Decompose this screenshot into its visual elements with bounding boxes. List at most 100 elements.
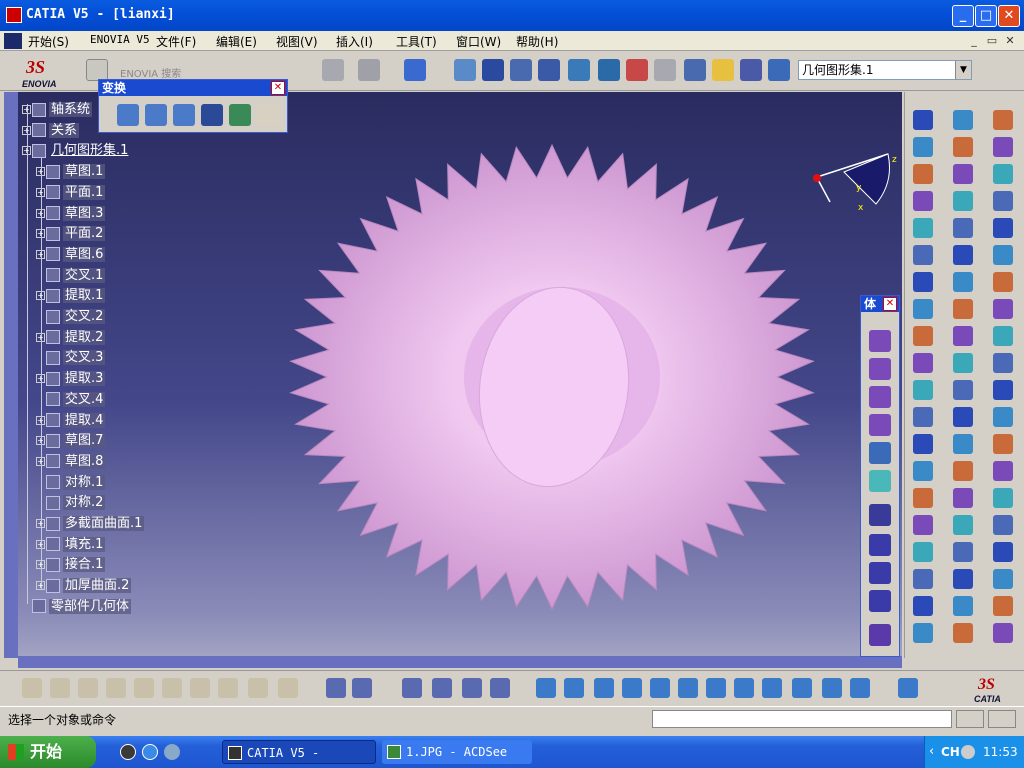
projection-icon[interactable]	[953, 299, 973, 319]
intersection-icon[interactable]	[913, 218, 933, 238]
helix-icon[interactable]	[913, 299, 933, 319]
helix-icon[interactable]	[993, 515, 1013, 535]
revolve-icon[interactable]	[993, 569, 1013, 589]
plane-icon[interactable]	[953, 272, 973, 292]
menu-tools[interactable]: 工具(T)	[396, 33, 437, 50]
transform-toolbar[interactable]: 变换 ✕	[98, 79, 288, 133]
list-icon[interactable]	[740, 59, 762, 81]
expand-icon[interactable]: +	[36, 581, 45, 591]
chevron-down-icon[interactable]: ▼	[955, 61, 971, 79]
task-acdsee[interactable]: 1.JPG - ACDSee v5.0	[382, 740, 532, 764]
tree-item-fill-1[interactable]: + 填充.1	[36, 533, 106, 552]
tree-item-sketch-8[interactable]: + 草图.8	[36, 450, 106, 469]
spline-icon[interactable]	[913, 272, 933, 292]
menu-window[interactable]: 窗口(W)	[456, 33, 501, 50]
symmetry-icon[interactable]	[993, 245, 1013, 265]
minimize-button[interactable]: _	[952, 5, 974, 27]
copy-icon[interactable]	[162, 678, 182, 698]
library-icon[interactable]	[462, 678, 482, 698]
join-icon[interactable]	[953, 569, 973, 589]
extrapolate-icon[interactable]	[913, 596, 933, 616]
tree-item-geometric-set-1[interactable]: + 几何图形集.1	[22, 139, 130, 158]
model-render[interactable]: z y x	[4, 92, 902, 658]
part-body-icon[interactable]	[598, 59, 620, 81]
surface-icon[interactable]	[654, 59, 676, 81]
point-icon[interactable]	[953, 218, 973, 238]
iso-view-icon[interactable]	[762, 678, 782, 698]
status-button-2[interactable]	[988, 710, 1016, 728]
tree-item-extract-4[interactable]: + 提取.4	[36, 409, 106, 428]
offset-icon[interactable]	[913, 434, 933, 454]
circle-icon[interactable]	[913, 245, 933, 265]
multi-view-icon[interactable]	[734, 678, 754, 698]
tree-item-sketch-7[interactable]: + 草图.7	[36, 429, 106, 449]
expand-icon[interactable]: +	[36, 249, 45, 259]
circle-icon[interactable]	[953, 353, 973, 373]
language-indicator[interactable]: CH	[941, 745, 960, 759]
table-icon[interactable]	[402, 678, 422, 698]
point-icon[interactable]	[993, 326, 1013, 346]
enovia-tool-icon[interactable]	[86, 59, 108, 81]
close-button[interactable]: ✕	[998, 5, 1020, 27]
tree-item-sketch-3[interactable]: + 草图.3	[36, 202, 106, 221]
expand-icon[interactable]: +	[36, 436, 45, 446]
zoom-out-icon[interactable]	[678, 678, 698, 698]
tree-item-intersect-1[interactable]: 交叉.1	[36, 264, 106, 283]
swap-icon[interactable]	[850, 678, 870, 698]
measure-icon[interactable]	[993, 191, 1013, 211]
maximize-button[interactable]: □	[975, 5, 997, 27]
spline-icon[interactable]	[953, 380, 973, 400]
work-object-icon[interactable]	[568, 59, 590, 81]
paste-icon[interactable]	[190, 678, 210, 698]
shaft-icon[interactable]	[869, 386, 891, 408]
start-button[interactable]: 开始	[0, 736, 96, 768]
split-icon[interactable]	[953, 596, 973, 616]
fill-icon[interactable]	[913, 407, 933, 427]
extract-icon[interactable]	[993, 110, 1013, 130]
tree-item-multi-section-surface-1[interactable]: + 多截面曲面.1	[36, 512, 145, 531]
expand-icon[interactable]: +	[36, 539, 45, 549]
tree-item-symmetry-2[interactable]: 对称.2	[36, 491, 106, 511]
point-icon[interactable]	[913, 110, 933, 130]
extract-icon[interactable]	[913, 542, 933, 562]
boolean-icon[interactable]	[869, 504, 891, 526]
fluted-cup-model[interactable]	[289, 143, 815, 611]
catalog-icon[interactable]	[432, 678, 452, 698]
extrude-icon[interactable]	[913, 326, 933, 346]
fill-icon[interactable]	[993, 623, 1013, 643]
fill-icon[interactable]	[953, 515, 973, 535]
grid-icon[interactable]	[538, 59, 560, 81]
chevron-left-icon[interactable]: ‹	[929, 744, 934, 759]
undo-icon[interactable]	[218, 678, 238, 698]
redo-icon[interactable]	[248, 678, 268, 698]
expand-icon[interactable]: +	[22, 105, 31, 114]
document-icon[interactable]	[4, 33, 22, 49]
zoom-in-icon[interactable]	[650, 678, 670, 698]
join-icon[interactable]	[913, 461, 933, 481]
intersection-icon[interactable]	[953, 326, 973, 346]
body-icon[interactable]	[869, 624, 891, 646]
expand-icon[interactable]: +	[36, 456, 45, 466]
add-body-icon[interactable]	[869, 534, 891, 556]
rotate-icon[interactable]	[145, 104, 167, 126]
media-icon[interactable]	[164, 744, 180, 760]
plane-icon[interactable]	[913, 164, 933, 184]
scaling-icon[interactable]	[201, 104, 223, 126]
revolve-icon[interactable]	[953, 461, 973, 481]
line-icon[interactable]	[913, 137, 933, 157]
annotation-icon[interactable]	[953, 191, 973, 211]
show-desktop-icon[interactable]	[120, 744, 136, 760]
enovia-search-label[interactable]: ENOVIA 搜索	[120, 65, 181, 80]
menu-help[interactable]: 帮助(H)	[516, 33, 558, 50]
measure-view-icon[interactable]	[898, 678, 918, 698]
3d-viewport[interactable]: z y x	[4, 92, 902, 658]
tree-item-plane-2[interactable]: + 平面.2	[36, 222, 106, 242]
print-icon[interactable]	[106, 678, 126, 698]
body-close-icon[interactable]: ✕	[883, 297, 897, 311]
ime-icon[interactable]	[961, 745, 975, 759]
tree-item-relations[interactable]: + 关系	[22, 119, 80, 138]
projection-icon[interactable]	[913, 191, 933, 211]
mdi-close-button[interactable]: ✕	[1002, 34, 1018, 48]
spline-icon[interactable]	[993, 488, 1013, 508]
tree-item-extract-3[interactable]: + 提取.3	[36, 367, 106, 387]
